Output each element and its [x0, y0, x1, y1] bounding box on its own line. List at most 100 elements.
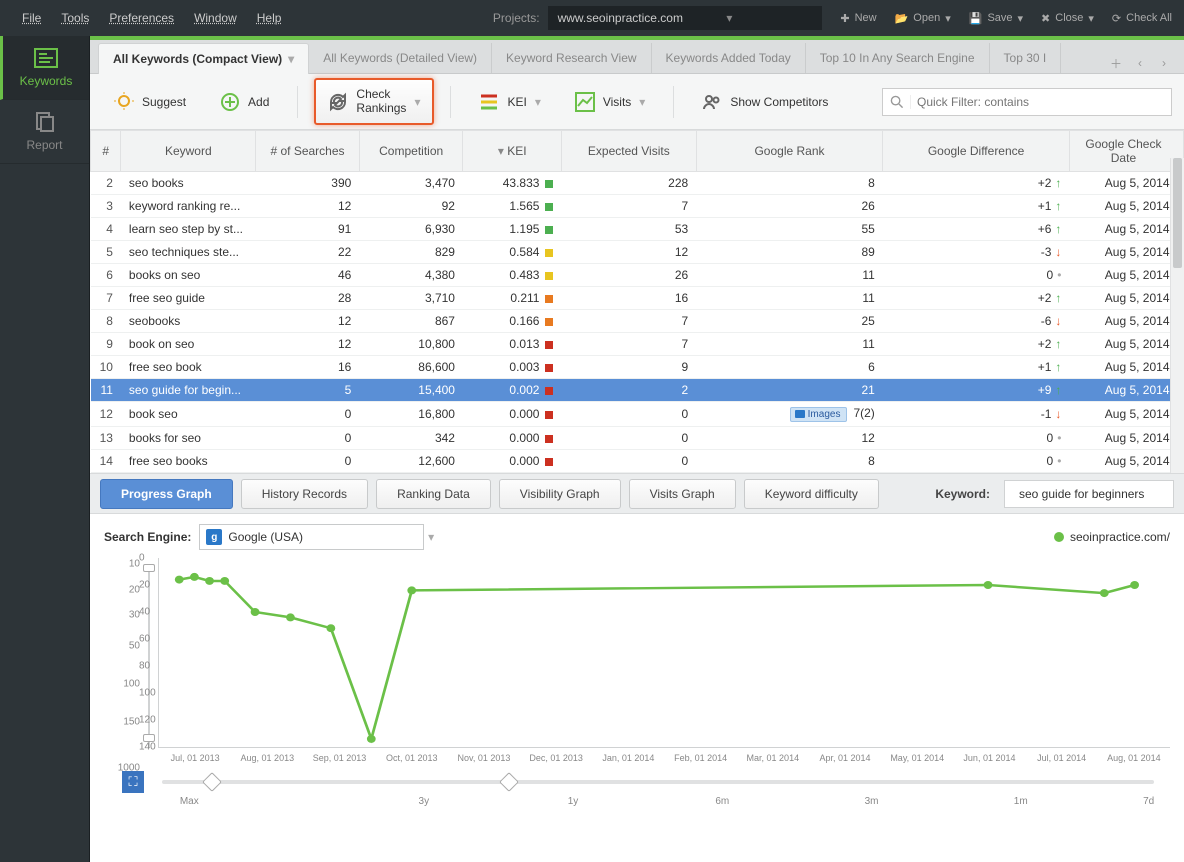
menu-file[interactable]: File [12, 5, 51, 31]
scrollbar-thumb[interactable] [1173, 158, 1182, 268]
keyword-value: seo guide for beginners [1004, 480, 1174, 508]
table-row[interactable]: 5seo techniques ste...228290.5841289-3↓A… [91, 241, 1184, 264]
visits-button[interactable]: Visits ▾ [563, 84, 657, 120]
chevron-down-icon: ▾ [945, 12, 951, 25]
table-scrollbar[interactable] [1170, 158, 1184, 473]
bars-icon [479, 92, 499, 112]
tab-all-keywords-detailed[interactable]: All Keywords (Detailed View) [309, 43, 492, 73]
menu-help[interactable]: Help [247, 5, 292, 31]
table-header-row: # Keyword # of Searches Competition ▾ KE… [91, 131, 1184, 172]
table-row[interactable]: 4learn seo step by st...916,9301.1955355… [91, 218, 1184, 241]
table-row[interactable]: 12book seo016,8000.0000Images7(2)-1↓Aug … [91, 402, 1184, 427]
subtab-keyword-difficulty[interactable]: Keyword difficulty [744, 479, 879, 509]
projects-label: Projects: [493, 11, 540, 25]
suggest-button[interactable]: Suggest [102, 84, 198, 120]
subtab-visibility-graph[interactable]: Visibility Graph [499, 479, 621, 509]
chart-plot: 020406080100120140Jul, 01 2013Aug, 01 20… [158, 558, 1170, 748]
col-number[interactable]: # [91, 131, 121, 172]
search-engine-dropdown[interactable]: g Google (USA) [199, 524, 424, 550]
projects-value: www.seoinpractice.com [558, 11, 683, 25]
col-google-difference[interactable]: Google Difference [883, 131, 1070, 172]
table-row[interactable]: 10free seo book1686,6000.00396+1↑Aug 5, … [91, 356, 1184, 379]
table-row[interactable]: 8seobooks128670.166725-6↓Aug 5, 2014 [91, 310, 1184, 333]
refresh-icon: ⟳ [1112, 12, 1121, 25]
tab-top10[interactable]: Top 10 In Any Search Engine [806, 43, 990, 73]
people-icon [702, 92, 722, 112]
tab-keywords-added-today[interactable]: Keywords Added Today [652, 43, 806, 73]
x-slider-ticks: Max3y1y6m3m1m7d [104, 796, 1170, 812]
toolbar: Suggest Add Check Rankings ▾ KEI ▾ Visit… [90, 74, 1184, 130]
check-rankings-button[interactable]: Check Rankings ▾ [314, 78, 434, 124]
tab-add-button[interactable]: ＋ [1106, 53, 1126, 73]
col-google-check-date[interactable]: Google Check Date [1069, 131, 1183, 172]
tab-keyword-research[interactable]: Keyword Research View [492, 43, 652, 73]
col-competition[interactable]: Competition [359, 131, 463, 172]
close-button[interactable]: ✖Close ▾ [1041, 12, 1094, 25]
chevron-down-icon: ▾ [535, 95, 541, 109]
col-keyword[interactable]: Keyword [121, 131, 256, 172]
keyword-table: # Keyword # of Searches Competition ▾ KE… [90, 130, 1184, 473]
tab-scroll-right[interactable]: › [1154, 53, 1174, 73]
subtab-progress-graph[interactable]: Progress Graph [100, 479, 233, 509]
menu-window[interactable]: Window [184, 5, 247, 31]
chevron-down-icon: ▾ [288, 52, 294, 66]
chart-panel: Search Engine: g Google (USA) ▾ seoinpra… [90, 513, 1184, 862]
col-searches[interactable]: # of Searches [256, 131, 360, 172]
plus-circle-icon [220, 92, 240, 112]
menubar: File Tools Preferences Window Help Proje… [0, 0, 1184, 36]
table-row[interactable]: 14free seo books012,6000.000080•Aug 5, 2… [91, 450, 1184, 473]
save-button[interactable]: 💾Save ▾ [969, 12, 1023, 25]
chart-line-icon [575, 92, 595, 112]
table-row[interactable]: 13books for seo03420.0000120•Aug 5, 2014 [91, 427, 1184, 450]
keywords-icon [34, 48, 58, 68]
divider [450, 86, 451, 118]
new-button[interactable]: ✚New [840, 12, 876, 25]
x-axis-slider[interactable]: ⛶ [104, 768, 1170, 796]
legend-label: seoinpractice.com/ [1070, 530, 1170, 544]
chevron-down-icon: ▾ [639, 95, 645, 109]
menu-tools[interactable]: Tools [51, 5, 99, 31]
table-row[interactable]: 7free seo guide283,7100.2111611+2↑Aug 5,… [91, 287, 1184, 310]
chevron-down-icon: ▾ [1018, 12, 1024, 25]
menu-preferences[interactable]: Preferences [99, 5, 184, 31]
table-row[interactable]: 6books on seo464,3800.48326110•Aug 5, 20… [91, 264, 1184, 287]
sidebar: Keywords Report [0, 36, 90, 862]
chevron-down-icon: ▾ [726, 11, 732, 25]
col-kei[interactable]: ▾ KEI [463, 131, 561, 172]
show-competitors-button[interactable]: Show Competitors [690, 84, 840, 120]
table-row[interactable]: 11seo guide for begin...515,4000.002221+… [91, 379, 1184, 402]
divider [297, 86, 298, 118]
divider [673, 86, 674, 118]
col-expected-visits[interactable]: Expected Visits [561, 131, 696, 172]
quick-filter[interactable] [882, 88, 1172, 116]
tab-all-keywords-compact[interactable]: All Keywords (Compact View)▾ [98, 43, 309, 74]
projects-dropdown[interactable]: www.seoinpractice.com ▾ [548, 6, 823, 30]
quick-filter-input[interactable] [911, 89, 1171, 115]
col-google-rank[interactable]: Google Rank [696, 131, 883, 172]
expand-chart-button[interactable]: ⛶ [122, 771, 144, 793]
table-row[interactable]: 9book on seo1210,8000.013711+2↑Aug 5, 20… [91, 333, 1184, 356]
refresh-icon [328, 92, 348, 112]
plus-icon: ✚ [840, 12, 849, 25]
tabs-row: All Keywords (Compact View)▾ All Keyword… [90, 40, 1184, 74]
subtab-visits-graph[interactable]: Visits Graph [629, 479, 736, 509]
kei-button[interactable]: KEI ▾ [467, 84, 552, 120]
check-all-button[interactable]: ⟳Check All [1112, 12, 1172, 25]
search-engine-label: Search Engine: [104, 530, 191, 544]
subtab-ranking-data[interactable]: Ranking Data [376, 479, 491, 509]
close-icon: ✖ [1041, 12, 1050, 25]
tab-top30[interactable]: Top 30 I [990, 43, 1062, 73]
add-button[interactable]: Add [208, 84, 281, 120]
subtab-history-records[interactable]: History Records [241, 479, 368, 509]
sidebar-item-keywords[interactable]: Keywords [0, 36, 89, 100]
content: All Keywords (Compact View)▾ All Keyword… [90, 36, 1184, 862]
tab-scroll-left[interactable]: ‹ [1130, 53, 1150, 73]
open-button[interactable]: 📂Open ▾ [895, 12, 951, 25]
table-row[interactable]: 2seo books3903,47043.8332288+2↑Aug 5, 20… [91, 172, 1184, 195]
lightbulb-icon [114, 92, 134, 112]
chart-legend: seoinpractice.com/ [1054, 530, 1170, 544]
table-row[interactable]: 3keyword ranking re...12921.565726+1↑Aug… [91, 195, 1184, 218]
chevron-down-icon: ▾ [414, 95, 420, 109]
report-icon [33, 112, 57, 132]
sidebar-item-report[interactable]: Report [0, 100, 89, 164]
